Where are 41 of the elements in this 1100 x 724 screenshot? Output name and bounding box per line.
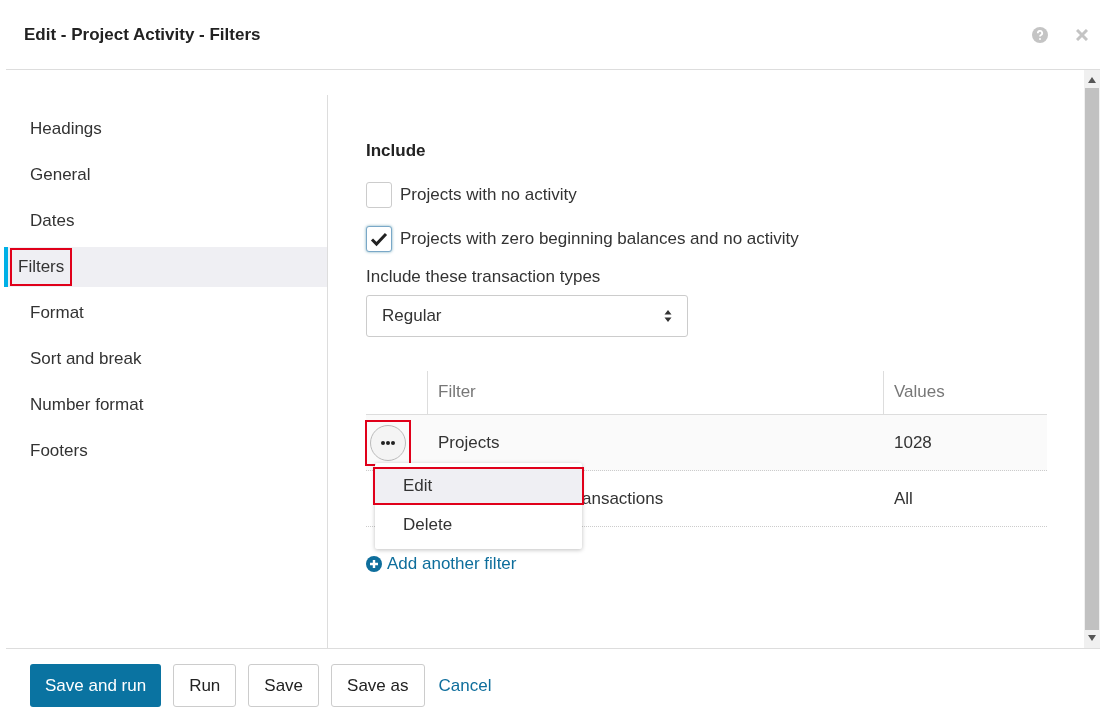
help-icon[interactable] — [1032, 26, 1048, 43]
menu-item[interactable]: Delete — [375, 505, 582, 545]
select-arrows-icon — [664, 309, 672, 323]
footer-button[interactable]: Save and run — [30, 664, 162, 707]
sidebar-item[interactable]: Number format — [6, 385, 327, 425]
section-heading: Include — [366, 140, 427, 162]
more-icon — [381, 440, 395, 445]
highlight-box: Filters — [10, 248, 73, 286]
table-cell: 1028 — [894, 432, 932, 452]
plus-circle-icon — [366, 555, 382, 572]
window-title: Edit - Project Activity - Filters — [24, 23, 262, 46]
sidebar-item[interactable]: Sort and break — [6, 339, 327, 379]
sidebar-item[interactable]: Format — [6, 293, 327, 333]
add-filter-link[interactable]: Add another filter — [387, 551, 517, 577]
footer-button[interactable]: Save — [248, 664, 320, 707]
table-cell: Projects — [438, 432, 500, 452]
scroll-down-icon[interactable] — [1087, 634, 1097, 642]
checkbox[interactable] — [366, 181, 392, 208]
scrollbar[interactable] — [1084, 70, 1100, 648]
scroll-up-icon[interactable] — [1087, 76, 1097, 84]
sidebar-item[interactable]: Headings — [6, 109, 327, 149]
transaction-type-select[interactable]: Regular — [366, 295, 688, 337]
field-label: Include these transaction types — [366, 265, 602, 288]
sidebar-item[interactable]: General — [6, 155, 327, 195]
sidebar-item[interactable]: Dates — [6, 201, 327, 241]
menu-item[interactable]: Edit — [373, 467, 584, 505]
checkbox[interactable] — [366, 225, 392, 252]
table-cell: All — [894, 488, 913, 508]
close-icon[interactable] — [1076, 28, 1088, 41]
sidebar-item[interactable]: Footers — [6, 431, 327, 471]
checkbox-label: Projects with zero beginning balances and no activity — [400, 227, 799, 250]
footer-button[interactable]: Save as — [331, 664, 425, 707]
footer-button[interactable]: Run — [173, 664, 237, 707]
checkbox-label: Projects with no activity — [400, 183, 577, 206]
column-header: Filter — [438, 380, 476, 403]
scrollbar-thumb[interactable] — [1085, 88, 1099, 630]
table-cell: ansactions — [582, 488, 664, 508]
sidebar-item[interactable]: Filters — [4, 247, 327, 287]
checkmark-icon — [370, 230, 388, 247]
cancel-link[interactable]: Cancel — [436, 664, 494, 707]
column-header: Values — [894, 380, 945, 403]
